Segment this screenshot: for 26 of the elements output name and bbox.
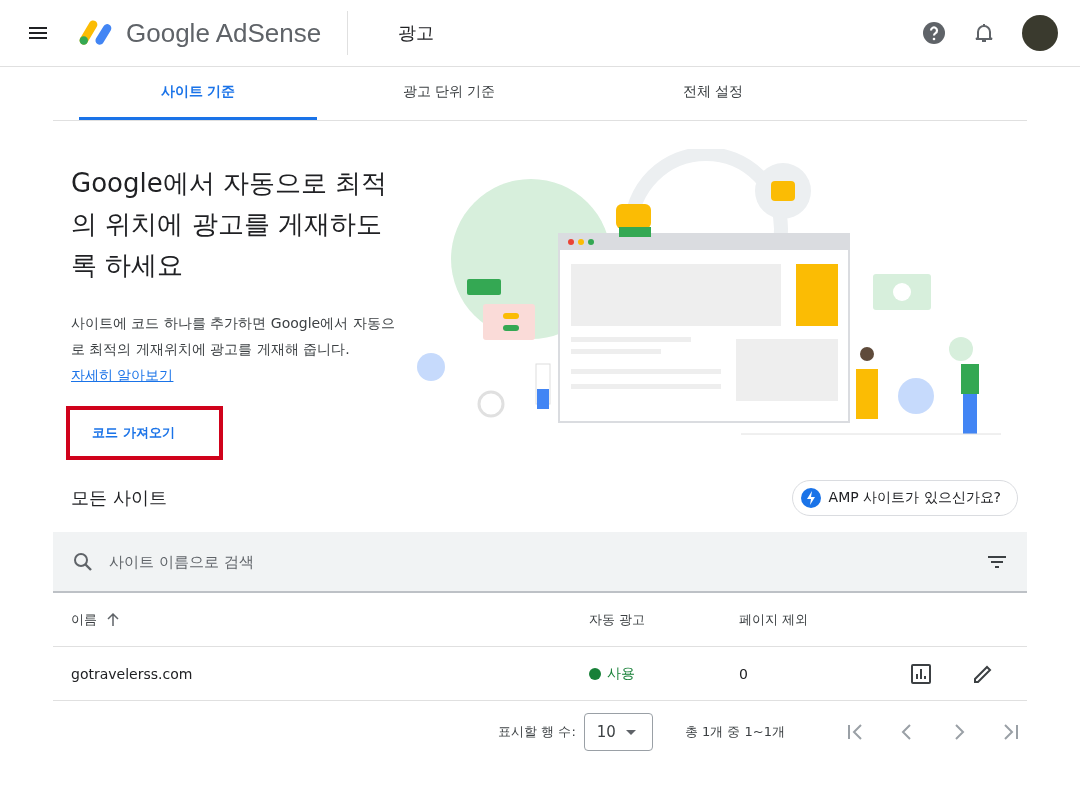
hero-heading: Google에서 자동으로 최적의 위치에 광고를 게재하도록 하세요: [71, 167, 389, 282]
rows-per-page-label: 표시할 행 수:: [498, 723, 576, 741]
lightning-bolt-icon: [800, 488, 821, 508]
bar-chart-icon[interactable]: [909, 661, 933, 686]
rows-per-page-dropdown[interactable]: 10: [583, 713, 653, 751]
section-title: 광고: [398, 21, 435, 45]
status-text: 사용: [607, 664, 635, 683]
page-range-text: 총 1개 중 1~1개: [684, 723, 785, 741]
tab[interactable]: 전체 설정: [581, 67, 845, 120]
tab[interactable]: 광고 단위 기준: [317, 67, 581, 120]
table-cell: gotravelerss.com: [71, 665, 193, 682]
avatar[interactable]: [1022, 15, 1058, 51]
product-name: Google AdSense: [126, 17, 322, 49]
arrow-up-icon[interactable]: [105, 611, 121, 628]
learn-more-link[interactable]: 자세히 알아보기: [71, 367, 174, 383]
caret-icon: [625, 729, 636, 735]
table-cell: 0: [739, 665, 748, 682]
description-text: 사이트에 코드 하나를 추가하면 Google에서 자동으로 최적의 게재위치에 광고를 게재해 줍니다. 자세히 알아보기: [71, 314, 396, 385]
section-heading: 모든 사이트: [71, 486, 167, 510]
tab[interactable]: 사이트 기준: [79, 67, 317, 120]
search-field[interactable]: 사이트 이름으로 검색: [107, 551, 407, 572]
column-header[interactable]: 자동 광고: [589, 611, 646, 627]
column-header[interactable]: 페이지 제외: [739, 611, 809, 627]
column-header[interactable]: 이름: [71, 610, 97, 629]
help-icon[interactable]: [922, 21, 946, 45]
amp-button[interactable]: AMP 사이트가 있으신가요?: [791, 480, 1018, 516]
